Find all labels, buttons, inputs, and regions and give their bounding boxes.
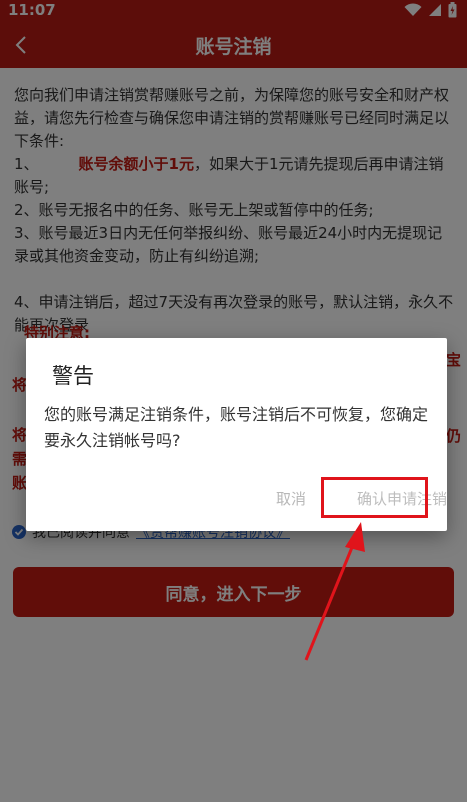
annotation-arrow-icon xyxy=(304,522,365,661)
